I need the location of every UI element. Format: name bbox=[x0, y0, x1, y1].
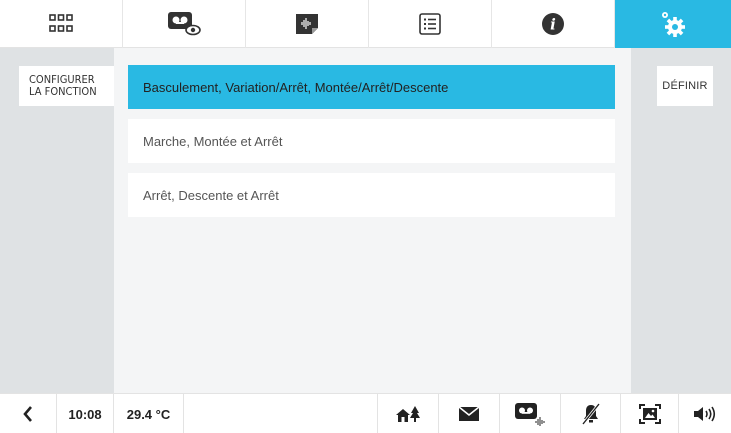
option-label: Arrêt, Descente et Arrêt bbox=[143, 187, 279, 203]
temperature-text: 29.4 °C bbox=[126, 406, 171, 422]
speaker-volume-icon bbox=[694, 406, 716, 422]
tab-info[interactable]: i bbox=[492, 0, 615, 48]
temperature-readout: 29.4 °C bbox=[114, 394, 184, 433]
info-icon: i bbox=[542, 13, 564, 35]
tab-video-view[interactable] bbox=[123, 0, 246, 48]
top-tab-bar: i bbox=[0, 0, 731, 48]
settings-gear-icon bbox=[662, 12, 685, 37]
list-icon bbox=[419, 13, 441, 35]
define-label: DÉFINIR bbox=[662, 80, 708, 92]
back-button[interactable] bbox=[0, 394, 57, 433]
ringer-toggle-button[interactable] bbox=[561, 394, 621, 433]
status-spacer bbox=[184, 394, 378, 433]
picture-frame-button[interactable] bbox=[621, 394, 679, 433]
videophone-view-icon bbox=[168, 12, 201, 36]
bell-muted-icon bbox=[581, 403, 600, 425]
tab-apps[interactable] bbox=[0, 0, 123, 48]
bottom-status-bar: 10:08 29.4 °C bbox=[0, 393, 731, 433]
svg-text:i: i bbox=[550, 16, 556, 34]
tab-list[interactable] bbox=[369, 0, 492, 48]
tab-voice-memo[interactable] bbox=[246, 0, 369, 48]
time-text: 10:08 bbox=[68, 406, 102, 422]
option-item[interactable]: Basculement, Variation/Arrêt, Montée/Arr… bbox=[128, 65, 615, 109]
define-button[interactable]: DÉFINIR bbox=[657, 66, 713, 106]
answering-machine-button[interactable] bbox=[500, 394, 561, 433]
volume-button[interactable] bbox=[679, 394, 731, 433]
messages-button[interactable] bbox=[439, 394, 500, 433]
configure-label-line2: LA FONCTION bbox=[29, 85, 97, 98]
house-away-icon bbox=[396, 406, 420, 422]
answering-machine-icon bbox=[515, 403, 545, 426]
tab-settings[interactable] bbox=[615, 0, 731, 48]
apps-grid-icon bbox=[49, 14, 73, 32]
back-chevron-icon bbox=[23, 406, 32, 422]
mail-icon bbox=[458, 406, 480, 421]
option-item[interactable]: Marche, Montée et Arrêt bbox=[128, 119, 615, 163]
clock-time: 10:08 bbox=[57, 394, 114, 433]
option-label: Basculement, Variation/Arrêt, Montée/Arr… bbox=[143, 79, 449, 95]
voice-memo-icon bbox=[296, 14, 318, 34]
configure-function-button[interactable]: CONFIGURER LA FONCTION bbox=[19, 66, 114, 106]
option-item[interactable]: Arrêt, Descente et Arrêt bbox=[128, 173, 615, 217]
away-mode-button[interactable] bbox=[378, 394, 439, 433]
option-label: Marche, Montée et Arrêt bbox=[143, 133, 283, 149]
main-content: CONFIGURER LA FONCTION DÉFINIR Basculeme… bbox=[0, 48, 731, 393]
picture-frame-icon bbox=[638, 404, 661, 424]
